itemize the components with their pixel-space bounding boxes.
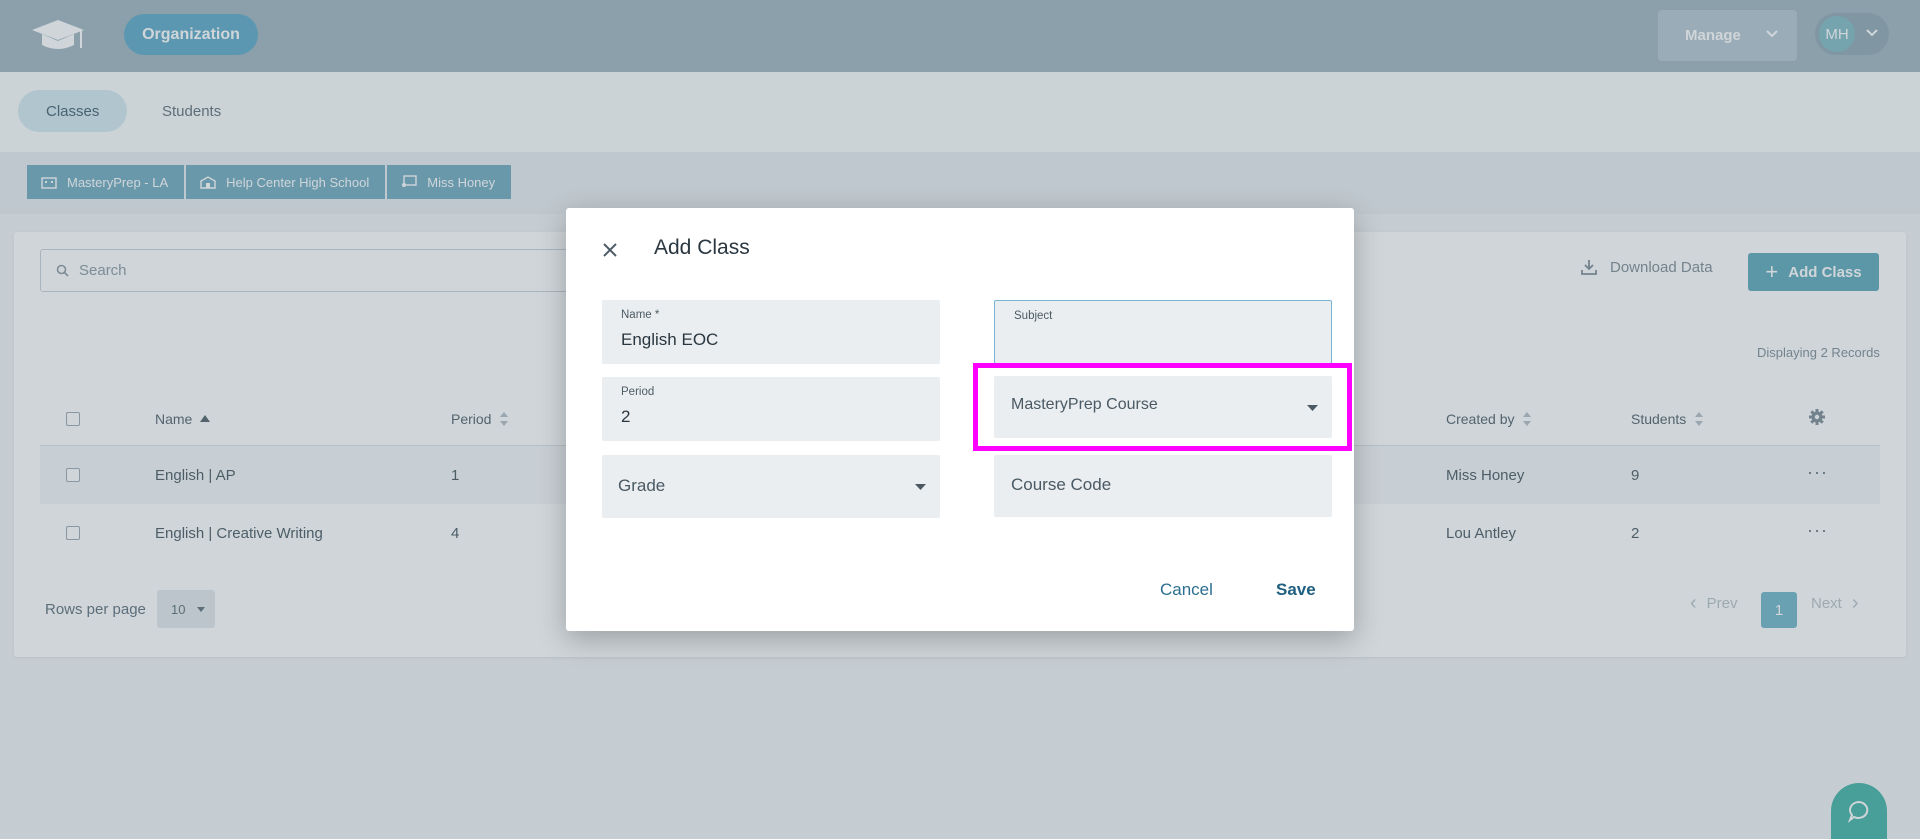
save-button[interactable]: Save <box>1276 580 1316 600</box>
grade-placeholder: Grade <box>618 476 666 495</box>
caret-down-icon <box>915 484 926 490</box>
cancel-button[interactable]: Cancel <box>1160 580 1213 600</box>
course-code-field[interactable]: Course Code <box>994 455 1332 517</box>
dialog-title: Add Class <box>654 236 750 259</box>
name-label: Name * <box>621 309 660 321</box>
subject-field[interactable]: Subject <box>994 300 1332 364</box>
period-field[interactable]: Period 2 <box>602 377 940 441</box>
period-value: 2 <box>621 407 631 426</box>
name-field[interactable]: Name * English EOC <box>602 300 940 364</box>
grade-select[interactable]: Grade <box>602 455 940 518</box>
close-icon[interactable] <box>600 240 620 260</box>
name-value: English EOC <box>621 330 719 349</box>
highlight-box <box>973 363 1352 451</box>
subject-label: Subject <box>1014 310 1053 322</box>
period-label: Period <box>621 386 655 398</box>
course-code-placeholder: Course Code <box>1011 475 1112 494</box>
